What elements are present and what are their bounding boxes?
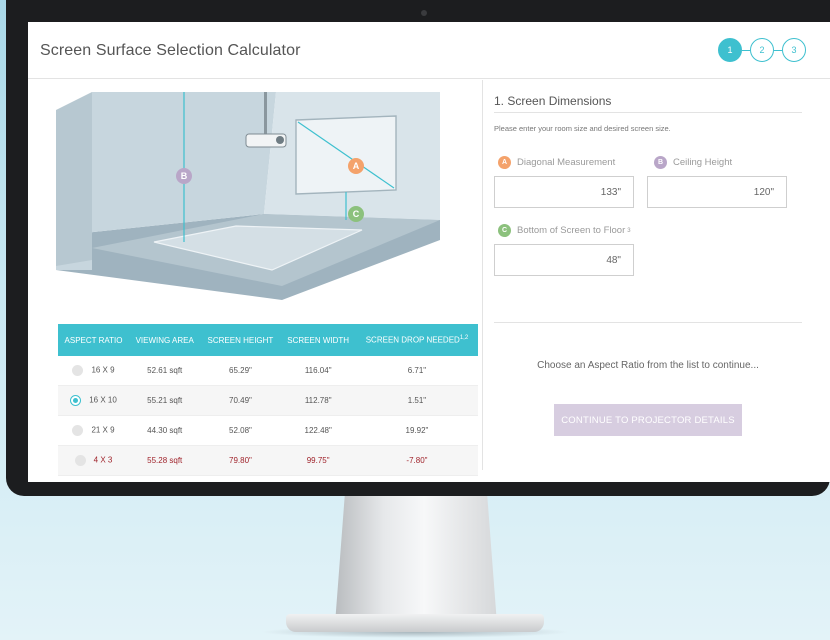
status-message: Choose an Aspect Ratio from the list to …: [537, 360, 759, 371]
ratio-label: 4 X 3: [93, 455, 113, 465]
table-row[interactable]: 4 X 3 55.28 sqft 79.80" 99.75" -7.80": [58, 445, 478, 476]
monitor-stand-base: [286, 614, 544, 632]
ratio-label: 21 X 9: [91, 425, 115, 435]
ratio-cell: 21 X 9: [58, 415, 130, 446]
aspect-ratio-radio[interactable]: [74, 455, 86, 466]
screen-width-cell: 122.48": [280, 415, 356, 446]
screen-width-cell: 116.04": [280, 356, 356, 386]
aspect-ratio-radio[interactable]: [72, 425, 84, 436]
badge-c: C: [498, 224, 511, 237]
section-title: 1. Screen Dimensions: [494, 94, 612, 108]
screen-dimensions-panel: 1. Screen Dimensions Please enter your r…: [494, 80, 824, 470]
room-illustration: [56, 92, 440, 300]
badge-b: B: [176, 168, 192, 184]
left-panel: B A C ASPECT RATIO VIEWING AREA SCREEN H…: [36, 80, 483, 476]
diagonal-input[interactable]: 133": [494, 176, 634, 208]
screen-height-cell: 70.49": [200, 385, 281, 416]
bottom-to-floor-input[interactable]: 48": [494, 244, 634, 276]
screen-drop-cell: 19.92": [355, 415, 478, 446]
viewing-area-cell: 55.28 sqft: [129, 445, 201, 476]
screen-height-cell: 79.80": [200, 445, 281, 476]
screen-height-cell: 65.29": [200, 356, 281, 386]
viewing-area-cell: 55.21 sqft: [129, 385, 201, 416]
table-row[interactable]: 16 X 10 55.21 sqft 70.49" 112.78" 1.51": [58, 385, 478, 416]
screen-height-cell: 52.08": [200, 415, 281, 446]
table-header-row: ASPECT RATIO VIEWING AREA SCREEN HEIGHT …: [58, 324, 478, 356]
ratio-cell: 16 X 10: [58, 385, 130, 416]
table-row[interactable]: 21 X 9 44.30 sqft 52.08" 122.48" 19.92": [58, 415, 478, 446]
column-header: ASPECT RATIO: [58, 324, 130, 356]
ratio-cell: 4 X 3: [58, 445, 130, 476]
column-header: VIEWING AREA: [129, 324, 201, 356]
screen-drop-cell: 6.71": [355, 356, 478, 386]
monitor-screen: Screen Surface Selection Calculator 1 2 …: [28, 22, 830, 482]
step-3-button[interactable]: 3: [782, 38, 806, 62]
room-diagram: B A C: [36, 80, 482, 304]
column-header-drop: SCREEN DROP NEEDED1,2: [355, 324, 478, 356]
aspect-ratio-radio[interactable]: [72, 365, 84, 376]
divider: [494, 112, 802, 113]
projector-lens: [276, 136, 284, 144]
monitor-stand-neck: [335, 496, 497, 624]
ceiling-height-input[interactable]: 120": [647, 176, 787, 208]
app-header: Screen Surface Selection Calculator 1 2 …: [28, 22, 830, 79]
ratio-label: 16 X 9: [91, 365, 115, 375]
continue-button[interactable]: CONTINUE TO PROJECTOR DETAILS: [554, 404, 742, 436]
instructions-text: Please enter your room size and desired …: [494, 124, 671, 133]
step-1-button[interactable]: 1: [718, 38, 742, 62]
webcam-dot: [421, 10, 427, 16]
divider: [494, 322, 802, 323]
bottom-to-floor-label-text: Bottom of Screen to Floor: [517, 225, 626, 236]
left-wall-side: [56, 92, 92, 266]
column-header: SCREEN WIDTH: [280, 324, 356, 356]
screen-width-cell: 99.75": [280, 445, 356, 476]
page-title: Screen Surface Selection Calculator: [40, 42, 301, 59]
column-header: SCREEN HEIGHT: [200, 324, 281, 356]
footnote-marker: 1,2: [459, 335, 469, 342]
diagonal-label: A Diagonal Measurement: [498, 156, 615, 169]
table-row[interactable]: 16 X 9 52.61 sqft 65.29" 116.04" 6.71": [58, 356, 478, 386]
bottom-to-floor-label: C Bottom of Screen to Floor 3: [498, 224, 631, 237]
badge-a: A: [498, 156, 511, 169]
ratio-label: 16 X 10: [89, 395, 117, 405]
step-2-button[interactable]: 2: [750, 38, 774, 62]
projector-mount: [264, 92, 267, 136]
ratio-cell: 16 X 9: [58, 356, 130, 386]
badge-c: C: [348, 206, 364, 222]
badge-a: A: [348, 158, 364, 174]
aspect-ratio-radio-selected[interactable]: [70, 395, 82, 406]
step-indicator: 1 2 3: [718, 38, 806, 62]
footnote-marker: 3: [627, 227, 631, 234]
viewing-area-cell: 52.61 sqft: [129, 356, 201, 386]
viewing-area-cell: 44.30 sqft: [129, 415, 201, 446]
badge-b: B: [654, 156, 667, 169]
step-connector: [742, 49, 750, 51]
step-connector: [774, 49, 782, 51]
monitor-bezel: Screen Surface Selection Calculator 1 2 …: [6, 0, 830, 496]
diagonal-label-text: Diagonal Measurement: [517, 157, 616, 168]
screen-width-cell: 112.78": [280, 385, 356, 416]
ceiling-height-label-text: Ceiling Height: [673, 157, 733, 168]
ceiling-height-label: B Ceiling Height: [654, 156, 732, 169]
screen-drop-cell: 1.51": [355, 385, 478, 416]
column-header-label: SCREEN DROP NEEDED: [365, 335, 460, 345]
aspect-ratio-table: ASPECT RATIO VIEWING AREA SCREEN HEIGHT …: [58, 324, 478, 476]
screen-drop-cell: -7.80": [355, 445, 478, 476]
